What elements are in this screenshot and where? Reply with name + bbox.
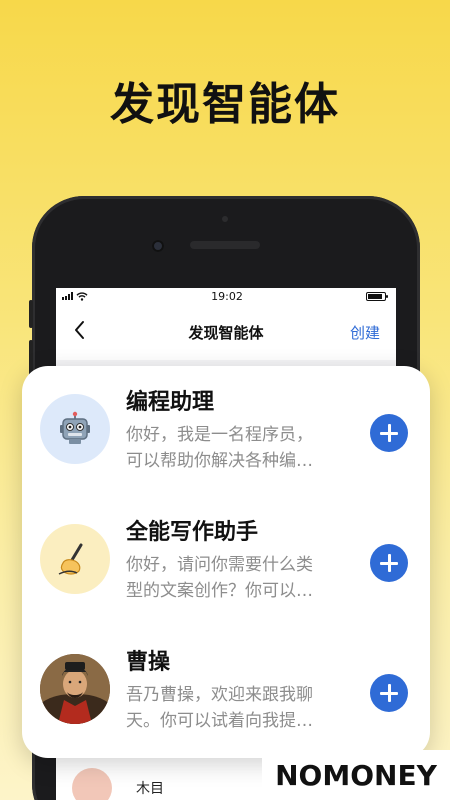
agent-description: 你好，请问你需要什么类 型的文案创作？你可以… xyxy=(126,555,313,601)
agent-name: 曹操 xyxy=(126,650,171,675)
phone-sensor xyxy=(222,216,228,222)
portrait-avatar xyxy=(40,654,110,724)
add-agent-button[interactable] xyxy=(370,544,408,582)
back-icon[interactable] xyxy=(68,318,92,342)
add-agent-button[interactable] xyxy=(370,674,408,712)
signal-icon xyxy=(62,292,73,300)
nav-bar: 发现智能体 创建 xyxy=(56,304,396,360)
watermark-logo: NOMONEY xyxy=(262,750,450,800)
headline: 发现智能体 xyxy=(110,79,340,130)
agent-row[interactable]: 编程助理 你好，我是一名程序员， 可以帮助你解决各种编… xyxy=(22,366,430,486)
agent-row[interactable]: 全能写作助手 你好，请问你需要什么类 型的文案创作？你可以… xyxy=(22,496,430,616)
agent-row[interactable]: 曹操 吾乃曹操，欢迎来跟我聊 天。你可以试着向我提… xyxy=(22,626,430,746)
writing-hand-icon xyxy=(58,543,83,575)
add-agent-button[interactable] xyxy=(370,414,408,452)
avatar xyxy=(72,768,112,800)
status-time: 19:02 xyxy=(211,289,243,303)
phone-volume-button xyxy=(29,300,33,328)
list-item-name: 木目 xyxy=(136,781,164,797)
agent-description: 你好，我是一名程序员， 可以帮助你解决各种编… xyxy=(126,425,313,471)
create-button[interactable]: 创建 xyxy=(350,322,380,343)
agent-list-card: 编程助理 你好，我是一名程序员， 可以帮助你解决各种编… 全能写作助手 你好，请… xyxy=(22,366,430,758)
nav-title: 发现智能体 xyxy=(188,323,264,342)
agent-name: 全能写作助手 xyxy=(126,520,259,545)
robot-icon xyxy=(60,411,90,444)
agent-avatar xyxy=(40,524,110,594)
wifi-icon xyxy=(76,291,88,301)
phone-speaker xyxy=(190,241,260,249)
agent-avatar xyxy=(40,654,110,724)
agent-avatar xyxy=(40,394,110,464)
battery-icon xyxy=(365,291,388,301)
status-bar: 19:02 xyxy=(56,288,396,304)
watermark-text: NOMONEY xyxy=(275,758,437,792)
agent-description: 吾乃曹操，欢迎来跟我聊 天。你可以试着向我提… xyxy=(126,685,313,731)
phone-camera xyxy=(152,240,164,252)
agent-name: 编程助理 xyxy=(126,390,215,415)
